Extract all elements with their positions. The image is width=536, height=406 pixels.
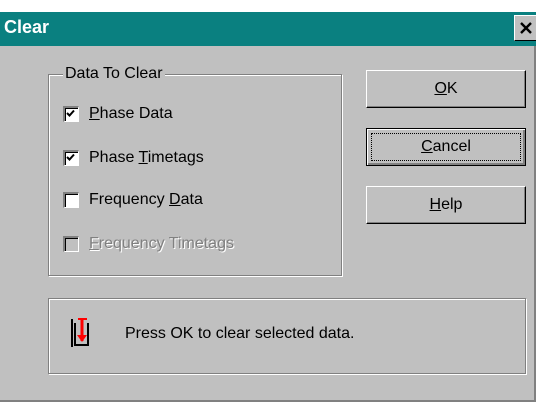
frequency-timetags-checkbox <box>63 236 79 252</box>
group-title: Data To Clear <box>63 64 165 84</box>
phase-timetags-label: Phase Timetags <box>89 149 204 166</box>
ok-button[interactable]: OK <box>366 70 526 108</box>
checkbox-phase-data[interactable]: Phase Data <box>63 102 173 126</box>
help-button[interactable]: Help <box>366 186 526 224</box>
info-message: Press OK to clear selected data. <box>125 325 355 342</box>
clear-dialog: Clear Data To Clear Phase Data Phase Tim… <box>0 0 536 406</box>
ok-button-label: OK <box>434 80 458 97</box>
focus-rectangle <box>371 133 521 161</box>
phase-data-checkbox[interactable] <box>63 106 79 122</box>
cancel-button[interactable]: Cancel <box>366 128 526 166</box>
title-bar[interactable]: Clear <box>0 12 536 46</box>
close-icon <box>519 21 533 35</box>
checkbox-phase-timetags[interactable]: Phase Timetags <box>63 146 204 170</box>
help-button-label: Help <box>429 196 463 213</box>
clear-data-icon <box>69 317 91 354</box>
phase-data-label: Phase Data <box>89 105 173 122</box>
frequency-timetags-label: Frequency Timetags <box>89 235 234 252</box>
frequency-data-label: Frequency Data <box>89 191 203 208</box>
checkbox-frequency-timetags: Frequency Timetags <box>63 232 234 256</box>
close-button[interactable] <box>514 15 536 41</box>
window-title: Clear <box>4 17 50 37</box>
phase-timetags-checkbox[interactable] <box>63 150 79 166</box>
info-panel: Press OK to clear selected data. <box>48 298 526 374</box>
frequency-data-checkbox[interactable] <box>63 192 79 208</box>
checkbox-frequency-data[interactable]: Frequency Data <box>63 188 203 212</box>
data-to-clear-group: Data To Clear Phase Data Phase Timetags … <box>48 64 342 276</box>
